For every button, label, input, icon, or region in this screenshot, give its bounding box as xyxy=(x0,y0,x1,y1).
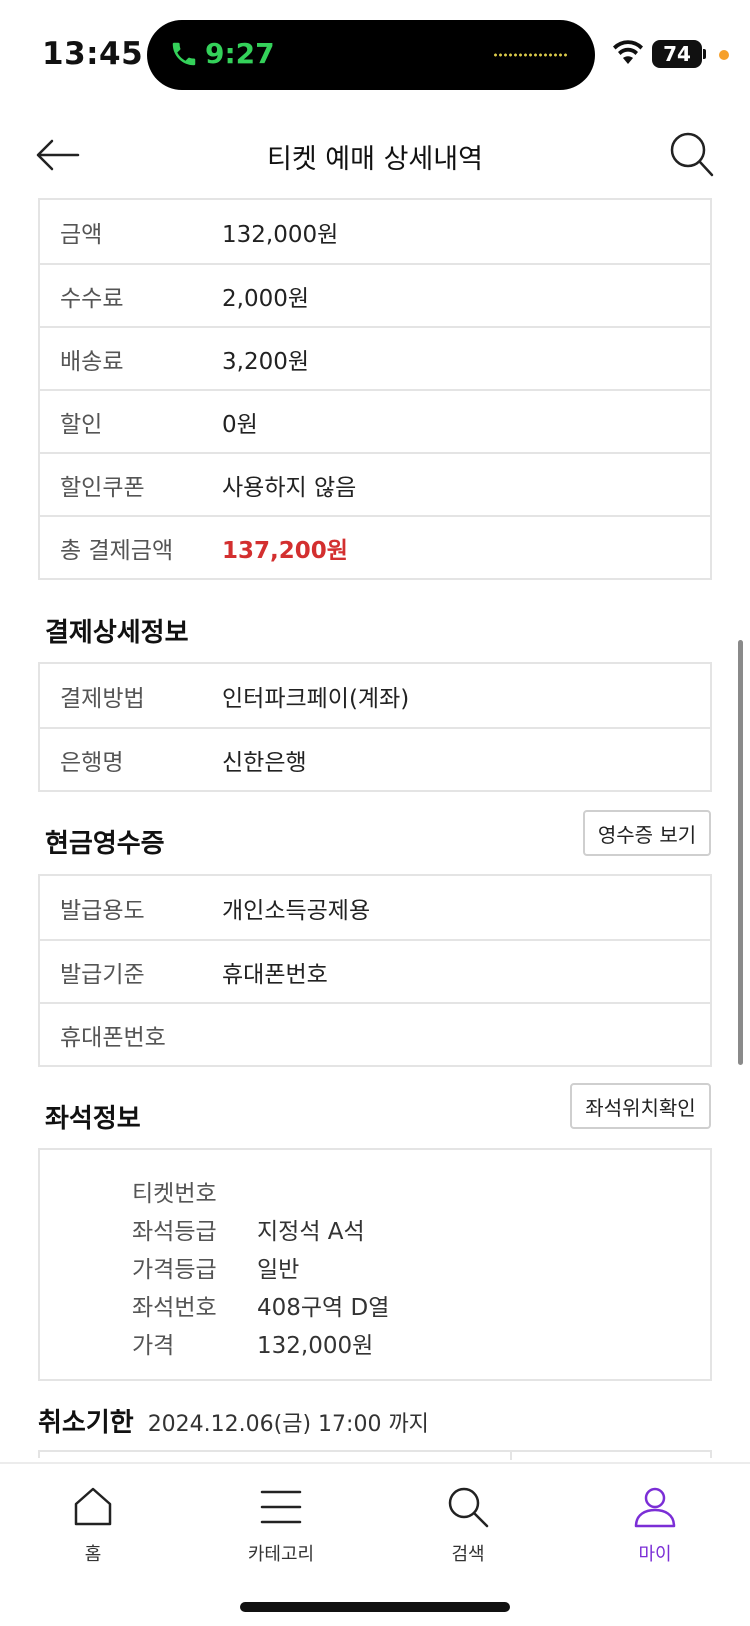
seat-value: 132,000원 xyxy=(257,1333,374,1359)
table-row: 은행명 신한은행 xyxy=(40,727,710,790)
row-label: 결제방법 xyxy=(60,685,145,712)
seat-row: 좌석번호 408구역 D열 xyxy=(132,1286,389,1324)
table-row: 할인 0원 xyxy=(40,389,710,452)
seat-row: 가격등급 일반 xyxy=(132,1248,299,1286)
row-label: 발급용도 xyxy=(60,897,145,924)
call-timer: 9:27 xyxy=(205,37,275,70)
nav-label: 마이 xyxy=(638,1544,672,1565)
audio-waveform xyxy=(493,53,569,57)
row-label: 발급기준 xyxy=(60,961,145,988)
row-value: 3,200원 xyxy=(222,348,310,375)
dynamic-island[interactable]: 9:27 xyxy=(147,20,595,90)
section-title-payment-detail: 결제상세정보 xyxy=(45,618,189,648)
seat-label: 좌석등급 xyxy=(132,1219,217,1245)
row-label: 은행명 xyxy=(60,749,124,776)
row-value: 132,000원 xyxy=(222,221,339,248)
seat-value: 408구역 D열 xyxy=(257,1295,390,1321)
battery-icon: 74 xyxy=(652,40,702,68)
row-label: 금액 xyxy=(60,221,103,248)
app-header: 티켓 예매 상세내역 xyxy=(0,115,750,195)
seat-label: 티켓번호 xyxy=(132,1181,217,1207)
row-label: 배송료 xyxy=(60,348,124,375)
row-value: 개인소득공제용 xyxy=(222,897,371,924)
seat-info-box: 티켓번호 좌석등급 지정석 A석 가격등급 일반 좌석번호 408구역 D열 가… xyxy=(38,1148,712,1381)
table-row: 할인쿠폰 사용하지 않음 xyxy=(40,452,710,515)
row-value: 0원 xyxy=(222,411,258,438)
row-label: 할인쿠폰 xyxy=(60,474,145,501)
scrollbar[interactable] xyxy=(738,640,743,1065)
search-icon xyxy=(448,1487,489,1528)
search-icon[interactable] xyxy=(668,130,716,180)
menu-icon xyxy=(260,1490,302,1524)
phone-icon xyxy=(172,42,196,66)
table-row: 금액 132,000원 xyxy=(40,200,710,263)
table-row: 발급기준 휴대폰번호 xyxy=(40,939,710,1002)
nav-item-home[interactable]: 홈 xyxy=(33,1484,153,1566)
nav-item-category[interactable]: 카테고리 xyxy=(221,1484,341,1566)
home-icon xyxy=(74,1487,112,1526)
page-title: 티켓 예매 상세내역 xyxy=(267,144,483,175)
user-icon xyxy=(634,1487,676,1528)
table-row: 결제방법 인터파크페이(계좌) xyxy=(40,664,710,727)
battery-tip xyxy=(703,49,706,59)
seat-row: 좌석등급 지정석 A석 xyxy=(132,1210,365,1248)
row-value: 휴대폰번호 xyxy=(222,961,328,988)
row-label: 할인 xyxy=(60,411,103,438)
seat-label: 좌석번호 xyxy=(132,1295,217,1321)
total-amount: 137,200원 xyxy=(222,537,348,564)
partial-table-edge xyxy=(38,1450,712,1460)
payment-summary-table: 금액 132,000원 수수료 2,000원 배송료 3,200원 할인 0원 … xyxy=(38,198,712,580)
cancel-deadline-date: 2024.12.06(금) 17:00 까지 xyxy=(147,1412,429,1437)
cancel-deadline: 취소기한 2024.12.06(금) 17:00 까지 xyxy=(38,1402,429,1439)
table-row: 배송료 3,200원 xyxy=(40,326,710,389)
seat-value: 지정석 A석 xyxy=(257,1219,365,1245)
privacy-indicator-dot xyxy=(719,50,729,60)
section-title-seat-info: 좌석정보 xyxy=(45,1104,141,1134)
status-time: 13:45 xyxy=(42,36,144,72)
seat-location-button[interactable]: 좌석위치확인 xyxy=(570,1083,711,1129)
row-value: 인터파크페이(계좌) xyxy=(222,685,410,712)
nav-label: 검색 xyxy=(451,1544,485,1565)
wifi-icon xyxy=(613,40,643,64)
row-value: 신한은행 xyxy=(222,749,307,776)
row-label: 휴대폰번호 xyxy=(60,1024,166,1051)
row-label: 총 결제금액 xyxy=(60,537,174,564)
nav-item-search[interactable]: 검색 xyxy=(408,1484,528,1566)
nav-label: 홈 xyxy=(84,1544,102,1565)
status-bar: 13:45 9:27 74 xyxy=(0,0,750,110)
cash-receipt-table: 발급용도 개인소득공제용 발급기준 휴대폰번호 휴대폰번호 xyxy=(38,874,712,1067)
table-row: 수수료 2,000원 xyxy=(40,263,710,326)
seat-label: 가격 xyxy=(132,1333,175,1359)
payment-detail-table: 결제방법 인터파크페이(계좌) 은행명 신한은행 xyxy=(38,662,712,792)
table-row: 총 결제금액 137,200원 xyxy=(40,515,710,578)
row-label: 수수료 xyxy=(60,285,124,312)
seat-value: 일반 xyxy=(257,1257,300,1283)
home-indicator[interactable] xyxy=(240,1602,510,1612)
table-row: 휴대폰번호 xyxy=(40,1002,710,1065)
row-value: 2,000원 xyxy=(222,285,310,312)
section-title-cash-receipt: 현금영수증 xyxy=(45,829,165,859)
view-receipt-button[interactable]: 영수증 보기 xyxy=(583,810,711,856)
cancel-deadline-title: 취소기한 xyxy=(38,1408,134,1438)
seat-row: 티켓번호 xyxy=(132,1172,257,1210)
seat-label: 가격등급 xyxy=(132,1257,217,1283)
row-value: 사용하지 않음 xyxy=(222,474,357,501)
table-row: 발급용도 개인소득공제용 xyxy=(40,876,710,939)
nav-label: 카테고리 xyxy=(247,1544,315,1565)
seat-row: 가격 132,000원 xyxy=(132,1324,373,1362)
nav-item-my[interactable]: 마이 xyxy=(595,1484,715,1566)
bottom-navigation: 홈 카테고리 검색 마이 xyxy=(0,1462,750,1626)
